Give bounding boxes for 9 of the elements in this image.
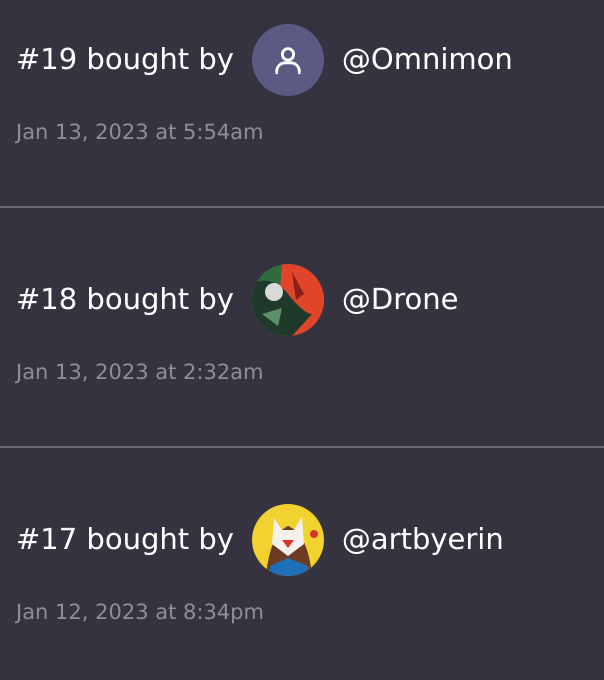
purchase-title: #18 bought by	[16, 281, 234, 318]
purchase-date: Jan 13, 2023 at 5:54am	[14, 119, 264, 146]
buyer-handle[interactable]: @Omnimon	[342, 38, 513, 82]
purchase-title: #19 bought by	[16, 41, 234, 78]
purchase-date: Jan 12, 2023 at 8:34pm	[14, 599, 265, 626]
buyer-handle[interactable]: @Drone	[342, 278, 458, 322]
purchase-date: Jan 13, 2023 at 2:32am	[14, 359, 264, 386]
buyer-handle[interactable]: @artbyerin	[342, 518, 504, 562]
purchase-title: #17 bought by	[16, 521, 234, 558]
